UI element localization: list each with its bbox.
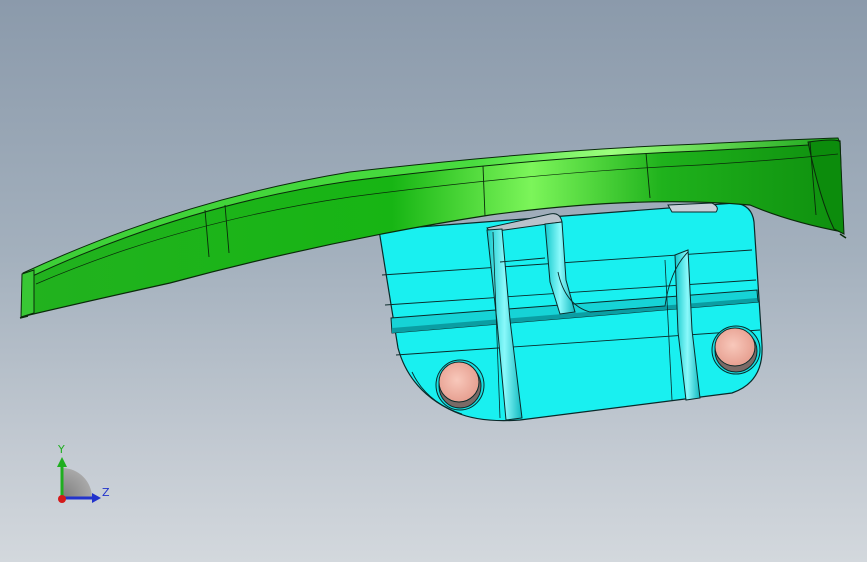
z-axis-arrowhead [92, 493, 101, 503]
y-axis-arrowhead [57, 457, 67, 467]
x-axis-dot [58, 495, 66, 503]
model-canvas[interactable] [0, 0, 867, 562]
bracket-slot-right [667, 202, 718, 213]
cover-tip-mark [839, 233, 847, 239]
view-triad[interactable] [57, 457, 101, 503]
graphics-viewport[interactable]: Y Z [0, 0, 867, 562]
mount-pad-right[interactable] [711, 325, 761, 375]
triad-z-label: Z [102, 486, 110, 499]
cover-end-left [20, 269, 35, 318]
triad-quadrant [62, 468, 92, 498]
triad-y-label: Y [58, 443, 65, 456]
mount-pad-left[interactable] [435, 359, 485, 411]
